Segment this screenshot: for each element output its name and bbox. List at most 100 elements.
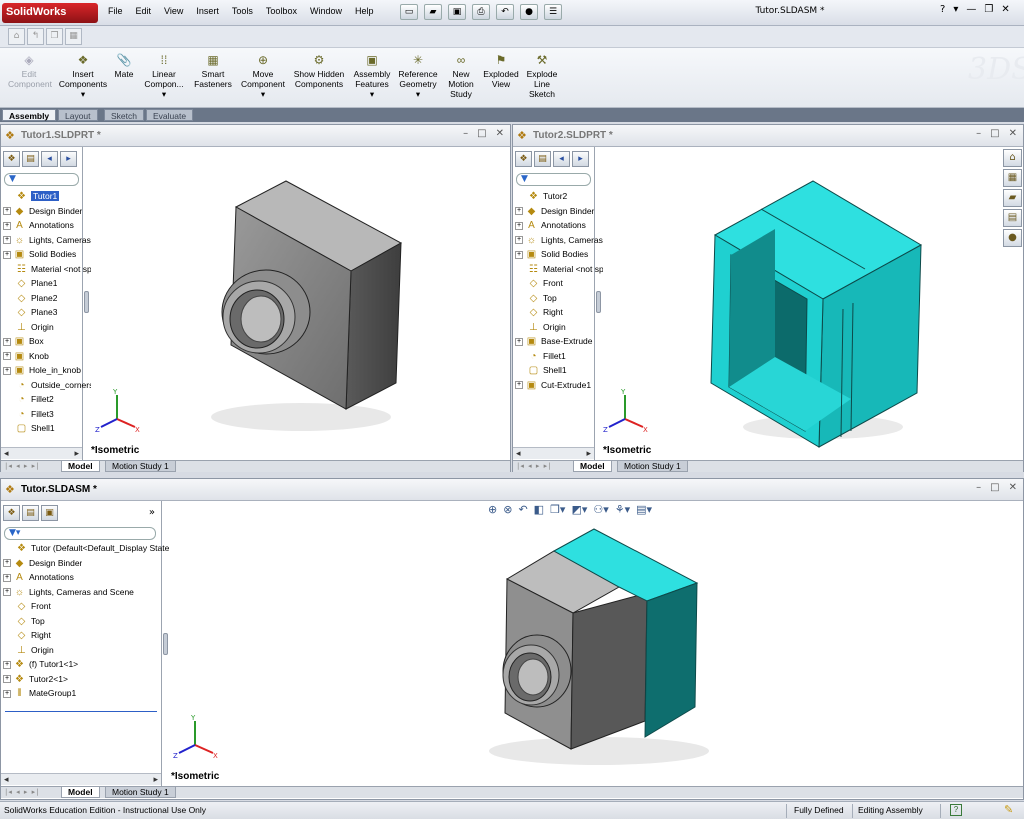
tree-node[interactable]: + ❖ (f) Tutor1<1> (3, 657, 78, 671)
feature-manager-tab-icon[interactable]: ❖ (3, 505, 20, 521)
explode-line-sketch-button[interactable]: ⚒ Explode Line Sketch (524, 54, 560, 100)
reference-geometry-button[interactable]: ✳ Reference Geometry ▾ (396, 54, 440, 100)
tree-next-icon[interactable]: ▸ (572, 151, 589, 167)
expand-toggle-icon[interactable]: + (3, 250, 11, 259)
tutor2-viewport[interactable]: Y X Z *Isometric (603, 147, 1003, 461)
expand-toggle-icon[interactable]: + (3, 366, 11, 375)
minimize-icon[interactable]: – (976, 482, 981, 493)
close-icon[interactable]: ✕ (1009, 128, 1017, 139)
tree-scrollbar[interactable]: ◂ ▸ (513, 447, 594, 459)
tree-filter[interactable]: ▼ (4, 173, 79, 186)
expand-toggle-icon[interactable]: + (515, 337, 523, 346)
tree-node[interactable]: + ▣ Base-Extrude (515, 334, 593, 348)
tab-sketch[interactable]: Sketch (104, 109, 144, 121)
tree-node[interactable]: ▢ Shell1 (3, 421, 55, 435)
close-icon[interactable]: ✕ (1001, 4, 1009, 15)
tree-node[interactable]: + ☼ Lights, Cameras and Scene (3, 585, 134, 599)
copy-icon[interactable]: ❐ (46, 28, 63, 45)
expand-toggle-icon[interactable]: + (3, 236, 11, 245)
expand-toggle-icon[interactable]: + (3, 675, 11, 684)
tree-node[interactable]: + ▣ Solid Bodies (515, 247, 588, 261)
tree-prev-icon[interactable]: ◂ (553, 151, 570, 167)
close-icon[interactable]: ✕ (1009, 482, 1017, 493)
tree-node[interactable]: + A Annotations (515, 218, 586, 232)
expand-toggle-icon[interactable]: + (3, 352, 11, 361)
home-icon[interactable]: ⌂ (1003, 149, 1022, 167)
expand-toggle-icon[interactable]: + (3, 559, 11, 568)
insert-components-button[interactable]: ❖ Insert Components ▾ (56, 54, 110, 100)
expand-panel-icon[interactable]: » (149, 507, 155, 518)
expand-toggle-icon[interactable]: + (3, 689, 11, 698)
tree-next-icon[interactable]: ▸ (60, 151, 77, 167)
new-document-icon[interactable]: ▭ (400, 4, 418, 20)
tree-node[interactable]: ◇ Right (515, 305, 563, 319)
tree-prev-icon[interactable]: ◂ (41, 151, 58, 167)
back-icon[interactable]: ↰ (27, 28, 44, 45)
tab-nav-arrows[interactable]: |◂ ◂ ▸ ▸| (5, 788, 39, 796)
tutor1-viewport[interactable]: Y X Z *Isometric (91, 147, 510, 461)
tree-node[interactable]: ◔ Fillet1 (515, 349, 565, 363)
menu-tools[interactable]: Tools (232, 6, 253, 16)
tree-node[interactable]: ◇ Top (515, 291, 557, 305)
expand-toggle-icon[interactable]: + (3, 660, 11, 669)
zoom-to-fit-icon[interactable]: ⊕ (488, 503, 497, 516)
rollback-bar[interactable] (5, 711, 157, 712)
tree-node[interactable]: ❖ Tutor1 (3, 189, 60, 203)
design-library-icon[interactable]: ▦ (1003, 169, 1022, 187)
hide-show-items-icon[interactable]: ⚇▾ (593, 503, 608, 516)
tree-node[interactable]: ◇ Top (3, 614, 45, 628)
property-manager-tab-icon[interactable]: ▤ (22, 151, 39, 167)
appearances-icon[interactable]: ● (1003, 229, 1022, 247)
expand-toggle-icon[interactable]: + (515, 381, 523, 390)
assembly-features-button[interactable]: ▣ Assembly Features ▾ (350, 54, 394, 100)
previous-view-icon[interactable]: ↶ (518, 503, 527, 516)
open-icon[interactable]: ▰ (424, 4, 442, 20)
tab-nav-arrows[interactable]: |◂ ◂ ▸ ▸| (5, 462, 39, 470)
new-motion-study-button[interactable]: ∞ New Motion Study (444, 54, 478, 100)
tab-model[interactable]: Model (61, 461, 100, 472)
tree-node[interactable]: + ◆ Design Binder (3, 204, 82, 218)
grid-icon[interactable]: ▦ (65, 28, 82, 45)
minimize-icon[interactable]: – (463, 128, 468, 139)
tree-node[interactable]: + ▣ Knob (3, 349, 49, 363)
feature-manager-tab-icon[interactable]: ❖ (3, 151, 20, 167)
options-icon[interactable]: ☰ (544, 4, 562, 20)
tree-node[interactable]: ◔ Outside_corners (3, 378, 93, 392)
minimize-icon[interactable]: – (976, 128, 981, 139)
tree-node[interactable]: ◇ Plane3 (3, 305, 58, 319)
tab-model[interactable]: Model (61, 787, 100, 798)
property-manager-tab-icon[interactable]: ▤ (22, 505, 39, 521)
menu-toolbox[interactable]: Toolbox (266, 6, 297, 16)
edit-appearance-icon[interactable]: ⚘▾ (615, 503, 630, 516)
tab-motion-study[interactable]: Motion Study 1 (105, 461, 176, 472)
property-manager-tab-icon[interactable]: ▤ (534, 151, 551, 167)
view-palette-icon[interactable]: ▤ (1003, 209, 1022, 227)
expand-toggle-icon[interactable]: + (515, 207, 523, 216)
tab-motion-study[interactable]: Motion Study 1 (105, 787, 176, 798)
tree-node[interactable]: ◇ Front (515, 276, 563, 290)
scene-icon[interactable]: ▤▾ (636, 503, 652, 516)
expand-toggle-icon[interactable]: + (515, 236, 523, 245)
tree-filter[interactable]: ▼ (516, 173, 591, 186)
tree-node[interactable]: ⊥ Origin (515, 320, 566, 334)
tree-node[interactable]: + ▣ Hole_in_knob (3, 363, 81, 377)
menu-window[interactable]: Window (310, 6, 342, 16)
menu-view[interactable]: View (164, 6, 183, 16)
file-explorer-icon[interactable]: ▰ (1003, 189, 1022, 207)
tree-node[interactable]: + ◆ Design Binder (515, 204, 594, 218)
tree-node[interactable]: ❖ Tutor2 (515, 189, 567, 203)
tree-node[interactable]: + ⫴ MateGroup1 (3, 686, 76, 700)
feature-manager-tab-icon[interactable]: ❖ (515, 151, 532, 167)
menu-insert[interactable]: Insert (196, 6, 219, 16)
pane-splitter[interactable] (84, 291, 89, 313)
tree-node[interactable]: ◔ Fillet2 (3, 392, 53, 406)
tree-filter[interactable]: ▼▾ (4, 527, 156, 540)
tree-node[interactable]: + A Annotations (3, 570, 74, 584)
tab-assembly[interactable]: Assembly (2, 109, 57, 121)
configuration-manager-tab-icon[interactable]: ▣ (41, 505, 58, 521)
tab-model[interactable]: Model (573, 461, 612, 472)
rebuild-icon[interactable]: ● (520, 4, 538, 20)
tree-node[interactable]: ⊥ Origin (3, 320, 54, 334)
expand-toggle-icon[interactable]: + (515, 250, 523, 259)
view-orientation-icon[interactable]: ❒▾ (550, 503, 565, 516)
